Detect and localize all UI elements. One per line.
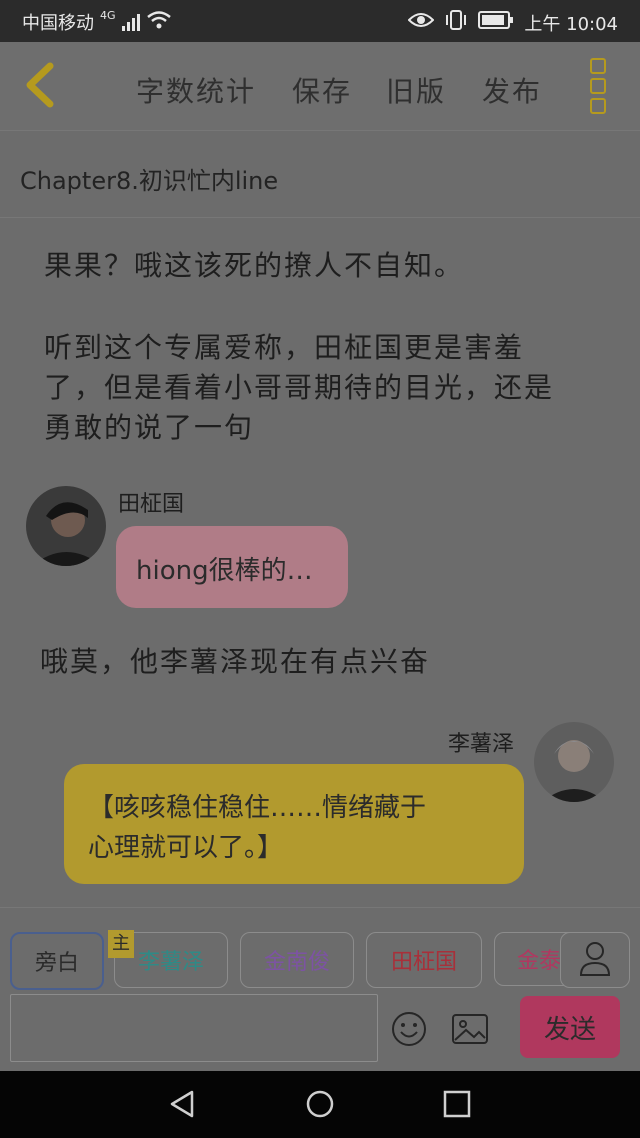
chapter-title: Chapter8.初识忙内line [20, 167, 279, 195]
paragraph-line: 勇敢的说了一句 [44, 411, 255, 444]
user-icon [579, 942, 611, 976]
main-role-badge: 主 [108, 930, 134, 958]
chapter-title-bar[interactable]: Chapter8.初识忙内line [0, 131, 640, 218]
system-nav-bar [0, 1071, 640, 1138]
more-menu-icon[interactable] [590, 58, 610, 114]
battery-icon [478, 11, 514, 34]
message-line: 【咳咳稳住稳住……情绪藏于 [88, 793, 427, 823]
send-button[interactable]: 发送 [520, 996, 620, 1058]
image-icon[interactable] [450, 1010, 490, 1052]
clock-label: 上午 10:04 [524, 13, 618, 35]
message-bubble[interactable]: hiong很棒的… [116, 526, 348, 608]
wifi-icon [146, 10, 172, 35]
message-input[interactable] [10, 994, 378, 1062]
old-version-button[interactable]: 旧版 [386, 70, 446, 110]
narration-paragraph-3: 哦莫，他李薯泽现在有点兴奋 [40, 645, 431, 678]
message-line: 心理就可以了。】 [88, 833, 284, 863]
save-button[interactable]: 保存 [292, 70, 352, 110]
emoji-icon[interactable] [390, 1010, 428, 1052]
role-label: 李薯泽 [137, 950, 204, 975]
paragraph-line: 听到这个专属爱称，田柾国更是害羞 [44, 331, 525, 364]
composer-panel: 旁白 李薯泽 主 金南俊 田柾国 金泰 发送 [0, 907, 640, 1071]
story-content: 果果？哦这该死的撩人不自知。 听到这个专属爱称，田柾国更是害羞 了，但是看着小哥… [0, 218, 640, 906]
message-text: hiong很棒的… [136, 556, 313, 586]
message-sender-name: 田柾国 [118, 492, 185, 517]
carrier-label: 中国移动 [22, 13, 94, 34]
eye-icon [407, 10, 435, 35]
role-chip-3[interactable]: 田柾国 [366, 932, 482, 988]
add-role-button[interactable] [560, 932, 630, 988]
vibrate-icon [444, 9, 468, 36]
narration-paragraph-1: 果果？哦这该死的撩人不自知。 [44, 249, 465, 282]
status-bar: 中国移动 4G 上午 10:04 [0, 0, 640, 42]
avatar[interactable] [26, 486, 106, 566]
role-chip-narration[interactable]: 旁白 [10, 932, 104, 990]
signal-icon [121, 13, 140, 31]
nav-recents-icon[interactable] [442, 1089, 472, 1123]
message-text: 【咳咳稳住稳住……情绪藏于 心理就可以了。】 [88, 788, 426, 868]
role-chip-2[interactable]: 金南俊 [240, 932, 354, 988]
avatar[interactable] [534, 722, 614, 802]
back-button[interactable] [18, 60, 68, 110]
nav-back-icon[interactable] [168, 1089, 198, 1123]
editor-toolbar: 字数统计 保存 旧版 发布 [0, 42, 640, 131]
nav-home-icon[interactable] [305, 1089, 335, 1123]
word-count-button[interactable]: 字数统计 [136, 70, 256, 110]
message-sender-name: 李薯泽 [448, 732, 515, 757]
chevron-left-icon [26, 62, 54, 108]
network-type: 4G [100, 8, 116, 22]
paragraph-line: 了，但是看着小哥哥期待的目光，还是 [44, 371, 555, 404]
narration-paragraph-2: 听到这个专属爱称，田柾国更是害羞 了，但是看着小哥哥期待的目光，还是 勇敢的说了… [44, 328, 554, 448]
message-bubble[interactable]: 【咳咳稳住稳住……情绪藏于 心理就可以了。】 [64, 764, 524, 884]
publish-button[interactable]: 发布 [482, 70, 542, 110]
